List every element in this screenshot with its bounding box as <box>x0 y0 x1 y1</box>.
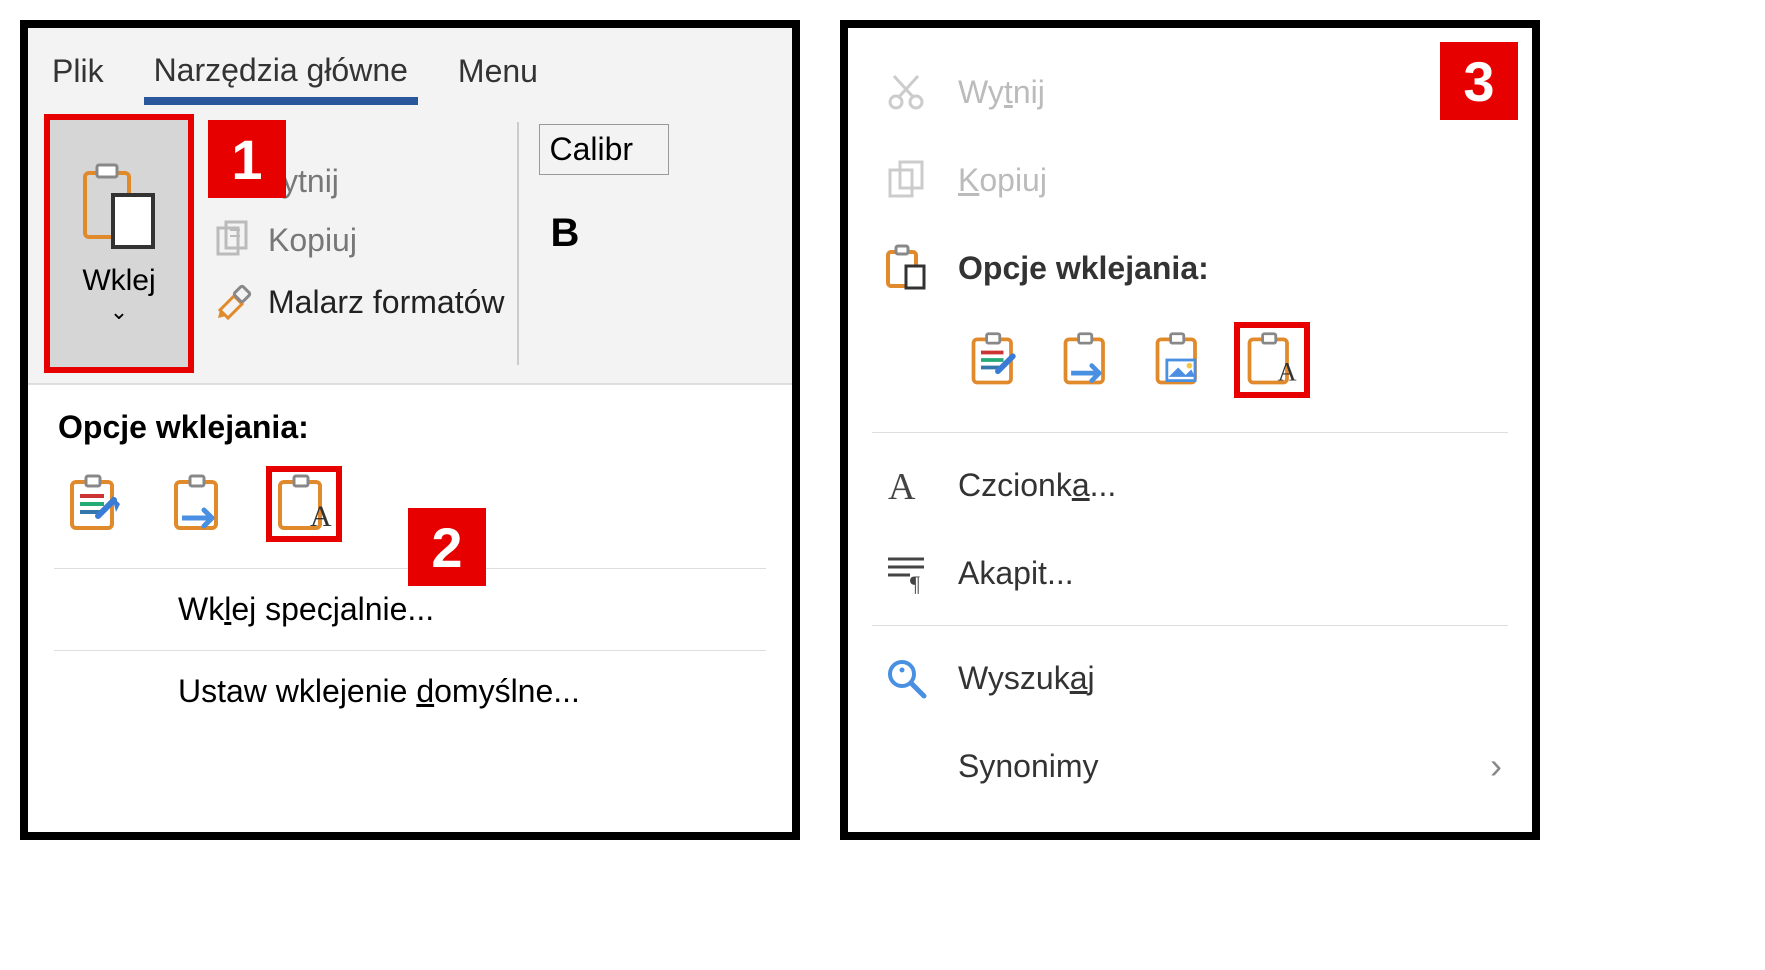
copy-label: Kopiuj <box>268 222 357 259</box>
svg-text:¶: ¶ <box>910 571 920 595</box>
paste-options-title: Opcje wklejania: <box>28 385 792 460</box>
font-name-combo[interactable]: Calibr <box>539 124 669 175</box>
set-default-paste-menu-item[interactable]: Ustaw wklejenie domyślne... <box>28 651 792 732</box>
context-separator <box>872 432 1508 433</box>
blank-icon <box>878 738 934 794</box>
format-painter-icon <box>212 280 256 324</box>
svg-text:A: A <box>310 500 332 533</box>
cut-button[interactable]: ytnij <box>282 163 505 200</box>
tab-file[interactable]: Plik <box>42 39 114 104</box>
paste-dropdown: Opcje wklejania: <box>28 384 792 732</box>
paste-merge-formatting-icon[interactable] <box>1050 322 1126 398</box>
context-font-label: Czcionka... <box>958 467 1116 504</box>
context-cut-label: Wytnij <box>958 74 1045 111</box>
format-painter-label: Malarz formatów <box>268 284 505 321</box>
annotation-badge-3: 3 <box>1440 42 1518 120</box>
cut-label: ytnij <box>282 163 339 200</box>
context-font[interactable]: A Czcionka... <box>848 441 1532 529</box>
copy-button[interactable]: Kopiuj <box>212 218 505 262</box>
scissors-icon <box>878 64 934 120</box>
clipboard-paste-icon <box>79 161 159 257</box>
clipboard-icon <box>878 240 934 296</box>
paste-button[interactable]: Wklej ⌄ <box>44 114 194 373</box>
ribbon-body: Wklej ⌄ 1 ytnij Kopiuj <box>28 104 792 384</box>
context-synonyms[interactable]: Synonimy › <box>848 722 1532 810</box>
paste-text: Wklej <box>82 264 155 297</box>
font-a-icon: A <box>878 457 934 513</box>
context-paragraph-label: Akapit... <box>958 555 1074 592</box>
copy-icon <box>878 152 934 208</box>
panel-context-menu: 3 Wytnij Kopiuj <box>840 20 1540 840</box>
paste-text-only-icon[interactable]: A <box>266 466 342 542</box>
chevron-down-icon: ⌄ <box>82 299 155 325</box>
annotation-badge-2: 2 <box>408 508 486 586</box>
copy-icon <box>212 218 256 262</box>
bold-button[interactable]: B <box>539 211 669 256</box>
context-search[interactable]: Wyszukaj <box>848 634 1532 722</box>
context-cut[interactable]: Wytnij <box>848 48 1532 136</box>
font-group: Calibr B <box>519 104 669 383</box>
chevron-right-icon: › <box>1490 745 1502 787</box>
context-paste-options-header: Opcje wklejania: <box>848 224 1532 312</box>
context-menu: Wytnij Kopiuj Opcje wklejania: <box>848 28 1532 830</box>
search-icon <box>878 650 934 706</box>
context-paragraph[interactable]: ¶ Akapit... <box>848 529 1532 617</box>
tab-menu[interactable]: Menu <box>448 39 548 104</box>
paragraph-icon: ¶ <box>878 545 934 601</box>
paste-picture-icon[interactable] <box>1142 322 1218 398</box>
context-paste-options-row: A <box>848 312 1532 424</box>
paste-keep-formatting-icon[interactable] <box>958 322 1034 398</box>
paste-keep-formatting-icon[interactable] <box>58 466 134 542</box>
paste-text-only-icon[interactable]: A <box>1234 322 1310 398</box>
context-paste-options-label: Opcje wklejania: <box>958 250 1209 287</box>
svg-text:A: A <box>888 466 916 507</box>
context-search-label: Wyszukaj <box>958 660 1095 697</box>
context-separator <box>872 625 1508 626</box>
paste-merge-formatting-icon[interactable] <box>162 466 238 542</box>
paste-label: Wklej ⌄ <box>82 263 155 325</box>
ribbon-tab-strip: Plik Narzędzia główne Menu <box>28 28 792 104</box>
context-synonyms-label: Synonimy <box>958 748 1099 785</box>
context-copy[interactable]: Kopiuj <box>848 136 1532 224</box>
format-painter-button[interactable]: Malarz formatów <box>212 280 505 324</box>
annotation-badge-1: 1 <box>208 120 286 198</box>
context-copy-label: Kopiuj <box>958 162 1047 199</box>
tab-home[interactable]: Narzędzia główne <box>144 38 418 105</box>
panel-ribbon: Plik Narzędzia główne Menu Wklej ⌄ 1 ytn… <box>20 20 800 840</box>
svg-text:A: A <box>1278 358 1297 387</box>
